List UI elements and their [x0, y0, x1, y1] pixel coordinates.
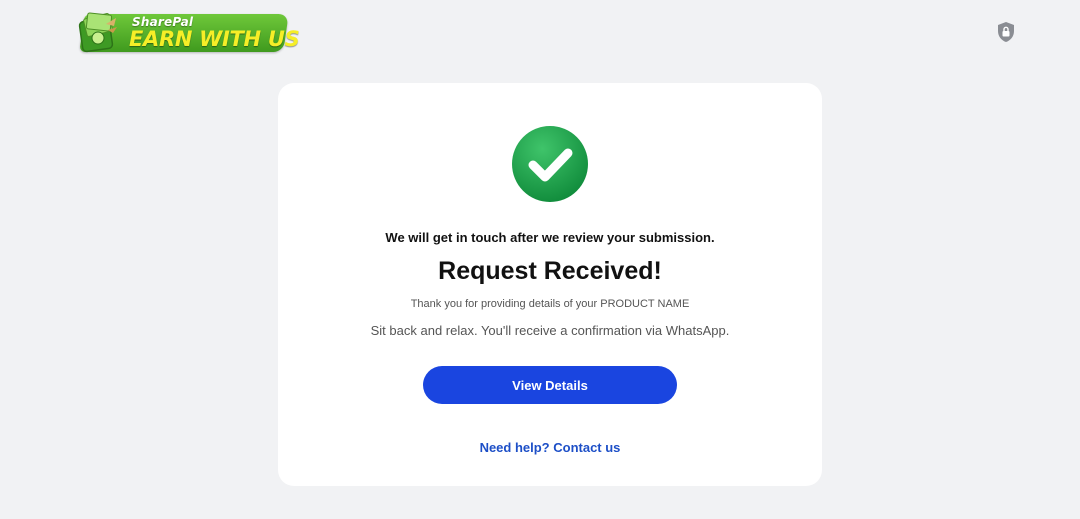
confirmation-card: We will get in touch after we review you…	[278, 83, 822, 486]
page-title: Request Received!	[438, 257, 662, 285]
view-details-button[interactable]: View Details	[423, 366, 677, 404]
contact-us-link[interactable]: Need help? Contact us	[278, 440, 822, 455]
check-circle-icon	[512, 126, 588, 202]
shield-lock-icon[interactable]	[996, 21, 1016, 43]
thanks-message: Thank you for providing details of your …	[410, 298, 690, 310]
confirmation-message: Sit back and relax. You'll receive a con…	[370, 323, 730, 338]
sharepal-logo[interactable]: SharePal EARN WITH US	[78, 10, 300, 54]
review-notice: We will get in touch after we review you…	[385, 230, 715, 245]
money-bag-icon	[78, 12, 117, 53]
logo-tagline-text: EARN WITH US	[129, 27, 300, 51]
